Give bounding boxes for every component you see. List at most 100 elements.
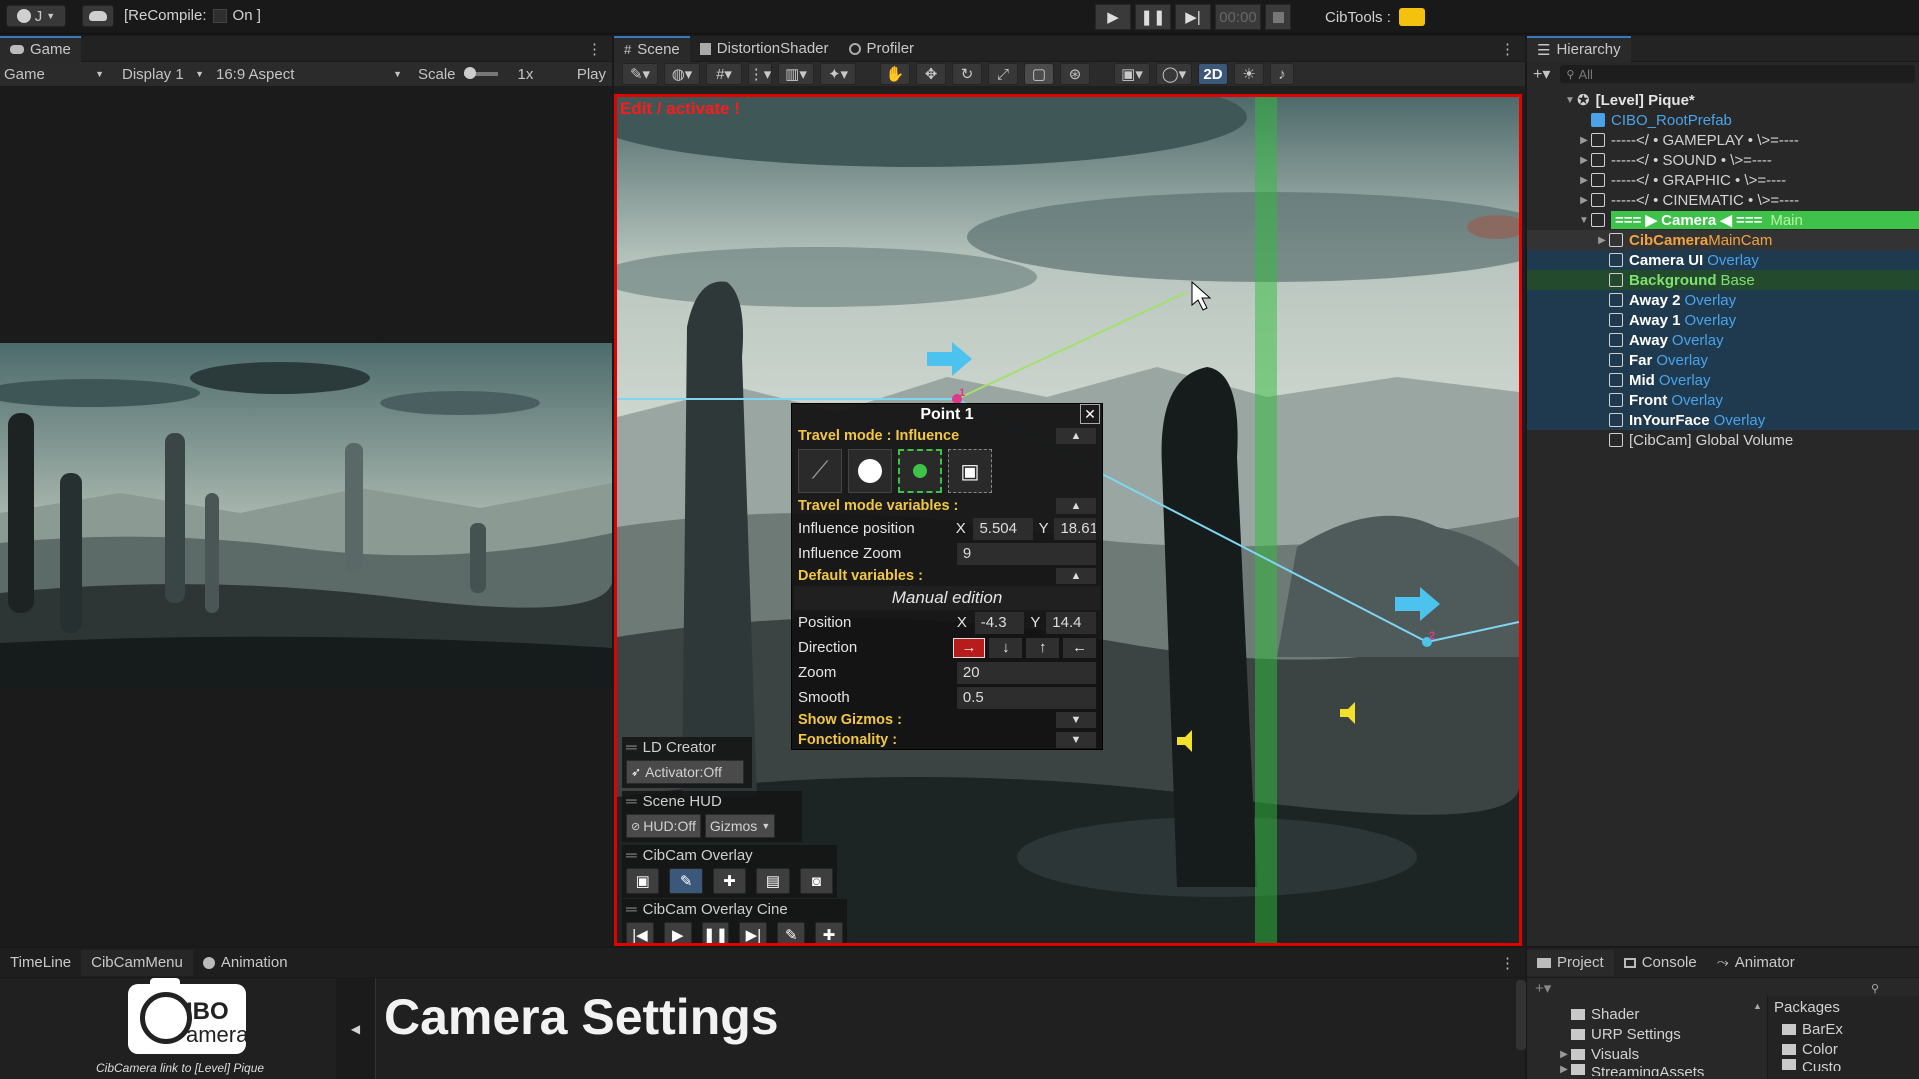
influence-y-field[interactable]: 18.61!	[1054, 517, 1096, 540]
hierarchy-item[interactable]: InYourFace Overlay	[1527, 410, 1919, 430]
expand-arrow-icon[interactable]: ▶	[1577, 175, 1591, 186]
hierarchy-item[interactable]: Far Overlay	[1527, 350, 1919, 370]
hierarchy-item[interactable]: Background Base	[1527, 270, 1919, 290]
tab-animation[interactable]: Animation	[193, 950, 298, 976]
hierarchy-item[interactable]: Away 1 Overlay	[1527, 310, 1919, 330]
expand-arrow-icon[interactable]: ▼	[1577, 215, 1591, 226]
edit-button[interactable]: ✎	[669, 868, 703, 894]
lighting-icon[interactable]: ☀	[1234, 63, 1264, 85]
folder-item[interactable]: Shader	[1557, 1004, 1747, 1024]
activator-button[interactable]: ➶ Activator:Off	[626, 760, 744, 784]
hierarchy-item[interactable]: ▶ CibCamera MainCam	[1527, 230, 1919, 250]
game-mode-dropdown[interactable]: Game ▼	[0, 66, 110, 83]
package-item[interactable]: Custo	[1768, 1059, 1919, 1071]
hierarchy-item[interactable]: Front Overlay	[1527, 390, 1919, 410]
smooth-field[interactable]: 0.5	[956, 686, 1096, 709]
package-item[interactable]: BarEx	[1768, 1019, 1919, 1039]
expand-arrow-icon[interactable]: ▶	[1577, 155, 1591, 166]
hierarchy-item[interactable]: Camera UI Overlay	[1527, 250, 1919, 270]
draw-mode-dropdown[interactable]: ✎▾	[622, 63, 658, 85]
audio-icon[interactable]: ♪	[1270, 63, 1294, 85]
hierarchy-item[interactable]: CIBO_RootPrefab	[1527, 110, 1919, 130]
collapse-icon[interactable]: ▲	[1056, 568, 1096, 584]
orbit-mode-icon[interactable]	[848, 449, 892, 493]
hierarchy-item[interactable]: ▶ -----</ • GRAPHIC • \>=----	[1527, 170, 1919, 190]
pause-button[interactable]: ❚❚	[1135, 4, 1171, 30]
tab-cibcammenu[interactable]: CibCamMenu	[81, 949, 193, 976]
more-options-icon[interactable]: ⋮	[1500, 40, 1515, 58]
play-button[interactable]: ▶	[1095, 4, 1131, 30]
stop-button[interactable]	[1265, 4, 1291, 30]
expand-arrow-icon[interactable]: ▼	[1563, 95, 1577, 106]
more-options-icon[interactable]: ⋮	[587, 40, 602, 58]
cloud-button[interactable]	[82, 5, 114, 27]
expand-arrow-icon[interactable]: ▶	[1595, 235, 1609, 246]
tab-distortionshader[interactable]: DistortionShader	[690, 36, 839, 62]
clapper-button[interactable]: ▤	[756, 868, 790, 894]
default-vars-section[interactable]: Default variables : ▲	[792, 566, 1102, 586]
hud-toggle-button[interactable]: ⊘ HUD:Off	[626, 814, 701, 838]
tab-game[interactable]: Game	[0, 35, 81, 62]
point-2-marker[interactable]: 2	[1429, 630, 1435, 642]
collapse-sidebar-button[interactable]: ◀	[336, 978, 376, 1079]
hierarchy-search[interactable]: ⚲ All	[1560, 65, 1915, 83]
tab-animator[interactable]: ⤳ Animator	[1707, 950, 1805, 976]
step-button[interactable]: ▶|	[1175, 4, 1211, 30]
expand-arrow-icon[interactable]: ▶	[1557, 1064, 1571, 1075]
travel-vars-section[interactable]: Travel mode variables : ▲	[792, 496, 1102, 516]
more-options-icon[interactable]: ⋮	[1500, 954, 1515, 972]
add-cine-button[interactable]: ✚	[815, 922, 843, 943]
folder-item[interactable]: URP Settings	[1557, 1024, 1747, 1044]
expand-arrow-icon[interactable]: ▶	[1557, 1049, 1571, 1060]
recompile-toggle[interactable]	[212, 8, 227, 23]
hierarchy-item[interactable]: Mid Overlay	[1527, 370, 1919, 390]
hierarchy-item[interactable]: Away Overlay	[1527, 330, 1919, 350]
tab-timeline[interactable]: TimeLine	[0, 950, 81, 976]
folder-item[interactable]: ▶ Visuals	[1557, 1044, 1747, 1064]
folder-item[interactable]: ▶ StreamingAssets	[1557, 1064, 1747, 1076]
hierarchy-root[interactable]: ▼ ✪ [Level] Pique*	[1527, 90, 1919, 110]
position-y-field[interactable]: 14.4	[1046, 611, 1096, 634]
hierarchy-item[interactable]: Away 2 Overlay	[1527, 290, 1919, 310]
expand-arrow-icon[interactable]: ▶	[1577, 135, 1591, 146]
hierarchy-item-camera[interactable]: ▼ === ▶ Camera ◀ === Main	[1527, 210, 1919, 230]
play-cine-button[interactable]: ▶	[663, 922, 692, 943]
project-scroll-arrow[interactable]: ▲	[1753, 996, 1762, 1076]
show-gizmos-section[interactable]: Show Gizmos : ▼	[792, 710, 1102, 730]
edit-cine-button[interactable]: ✎	[777, 922, 806, 943]
screenshot-button[interactable]: ◙	[799, 868, 834, 894]
pause-cine-button[interactable]: ❚❚	[701, 922, 730, 943]
rotate-tool-icon[interactable]: ↻	[952, 63, 982, 85]
play-mode-dropdown[interactable]: Play	[577, 66, 606, 83]
toggle-2d-button[interactable]: 2D	[1198, 63, 1228, 85]
arrow-right-icon[interactable]: →	[952, 637, 986, 658]
travel-mode-section[interactable]: Travel mode : Influence ▲	[792, 426, 1102, 446]
arrow-up-icon[interactable]: ↑	[1026, 637, 1060, 658]
account-dropdown[interactable]: J ▼	[6, 5, 66, 27]
tab-project[interactable]: Project	[1527, 949, 1614, 976]
add-button[interactable]: ✚	[712, 868, 747, 894]
increment-snap-icon[interactable]: ▥▾	[778, 63, 814, 85]
package-item[interactable]: Color	[1768, 1039, 1919, 1059]
camera-mode-icon[interactable]: ▣	[948, 449, 992, 493]
close-icon[interactable]: ✕	[1080, 404, 1100, 424]
tab-console[interactable]: Console	[1614, 950, 1707, 976]
point-1-marker[interactable]: 1	[959, 387, 965, 399]
influence-mode-icon[interactable]	[898, 449, 942, 493]
game-view[interactable]	[0, 343, 612, 688]
expand-arrow-icon[interactable]: ▶	[1577, 195, 1591, 206]
add-icon[interactable]: +▾	[1535, 979, 1551, 997]
tab-scene[interactable]: # Scene	[614, 35, 690, 62]
camera-icon[interactable]	[1398, 8, 1425, 26]
grid-snap-icon[interactable]: #▾	[706, 63, 742, 85]
search-icon[interactable]: ⚲	[1871, 982, 1879, 995]
expand-icon[interactable]: ▼	[1056, 732, 1096, 748]
collapse-icon[interactable]: ▲	[1056, 498, 1096, 514]
view-options-icon[interactable]: ▣▾	[1114, 63, 1150, 85]
tab-profiler[interactable]: Profiler	[839, 36, 925, 62]
expand-icon[interactable]: ▼	[1056, 712, 1096, 728]
next-button[interactable]: ▶|	[739, 922, 768, 943]
camera-button[interactable]: ▣	[626, 868, 660, 894]
aspect-dropdown[interactable]: 16:9 Aspect ▼	[210, 66, 410, 83]
previous-button[interactable]: |◀	[626, 922, 654, 943]
